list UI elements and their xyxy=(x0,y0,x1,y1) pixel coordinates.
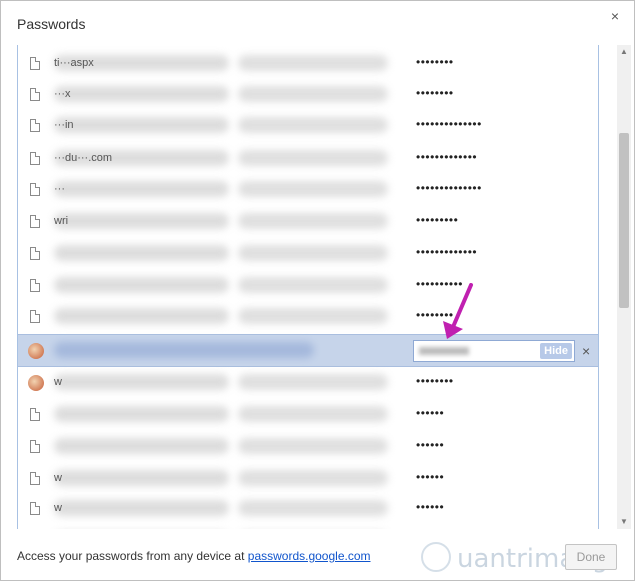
password-row[interactable]: ···du···.com ••••••••••••• xyxy=(18,143,598,174)
site-url: ···in xyxy=(54,119,74,131)
password-row[interactable]: ··· •••••••••••••• xyxy=(18,174,598,205)
dialog-title: Passwords xyxy=(17,16,86,32)
masked-password: ••••••••• xyxy=(416,213,459,227)
blurred-username xyxy=(238,86,388,102)
file-icon xyxy=(30,247,40,260)
blurred-username xyxy=(238,438,388,454)
masked-password: •••••••• xyxy=(416,55,454,69)
revealed-password xyxy=(419,347,469,355)
masked-password: ••••••••••••• xyxy=(416,245,478,259)
password-row[interactable]: •••••• xyxy=(18,431,598,462)
passwords-link[interactable]: passwords.google.com xyxy=(248,549,371,563)
masked-password: •••••••••• xyxy=(416,277,464,291)
blurred-username xyxy=(238,406,388,422)
password-row[interactable]: ••••••••••••• xyxy=(18,238,598,269)
file-icon xyxy=(30,440,40,453)
password-row[interactable]: wri ••••••••• xyxy=(18,206,598,237)
scroll-up-icon[interactable]: ▲ xyxy=(617,45,631,59)
site-url: wri xyxy=(54,215,69,227)
scroll-thumb[interactable] xyxy=(619,133,629,308)
site-url: w xyxy=(54,502,62,514)
blurred-username xyxy=(238,470,388,486)
site-url: w xyxy=(54,472,62,484)
masked-password: •••••••••••••• xyxy=(416,117,482,131)
masked-password: •••••••• xyxy=(416,374,454,388)
site-url xyxy=(54,408,224,422)
password-row[interactable]: ti···aspx •••••••• xyxy=(18,48,598,79)
site-url xyxy=(54,440,224,454)
masked-password: •••••• xyxy=(416,470,445,484)
blurred-username xyxy=(238,181,388,197)
site-url xyxy=(54,279,224,293)
masked-password: •••••••• xyxy=(416,308,454,322)
site-url xyxy=(54,344,224,358)
file-icon xyxy=(30,183,40,196)
scrollbar[interactable]: ▲ ▼ xyxy=(617,45,631,529)
masked-password: •••••• xyxy=(416,406,445,420)
scroll-down-icon[interactable]: ▼ xyxy=(617,515,631,529)
done-button[interactable]: Done xyxy=(565,544,617,570)
footer-message: Access your passwords from any device at xyxy=(17,549,248,563)
password-row[interactable]: ···x •••••••• xyxy=(18,79,598,110)
file-icon xyxy=(30,408,40,421)
site-url: w xyxy=(54,376,62,388)
file-icon xyxy=(30,310,40,323)
masked-password: •••••• xyxy=(416,438,445,452)
masked-password: •••••••• xyxy=(416,86,454,100)
file-icon xyxy=(30,152,40,165)
password-row[interactable]: ···in •••••••••••••• xyxy=(18,110,598,141)
file-icon xyxy=(30,279,40,292)
blurred-username xyxy=(238,55,388,71)
password-row[interactable]: w •••••• xyxy=(18,493,598,524)
password-list: ti···aspx •••••••• ···x •••••••• ···in ••••••… xyxy=(17,45,599,529)
site-url xyxy=(54,247,224,261)
blurred-username xyxy=(238,150,388,166)
site-url: ···x xyxy=(54,88,71,100)
selected-password-row[interactable]: Hide × xyxy=(18,334,598,367)
site-url: ···du···.com xyxy=(54,152,113,164)
blurred-username xyxy=(238,245,388,261)
site-favicon-icon xyxy=(28,375,44,391)
file-icon xyxy=(30,57,40,70)
blurred-username xyxy=(238,117,388,133)
site-url: ··· xyxy=(54,183,65,195)
file-icon xyxy=(30,215,40,228)
blurred-username xyxy=(238,500,388,516)
masked-password: •••••••••••••• xyxy=(416,181,482,195)
blurred-username xyxy=(238,308,388,324)
password-row[interactable]: •••••••••• xyxy=(18,270,598,301)
masked-password: ••••••••••••• xyxy=(416,150,478,164)
file-icon xyxy=(30,502,40,515)
blurred-username xyxy=(238,277,388,293)
password-row[interactable]: •••••• xyxy=(18,399,598,430)
remove-icon[interactable]: × xyxy=(582,343,590,359)
password-row[interactable]: •••••••• xyxy=(18,301,598,332)
password-row[interactable]: w •••••••• xyxy=(18,367,598,398)
password-field[interactable]: Hide xyxy=(413,340,575,362)
hide-button[interactable]: Hide xyxy=(540,343,572,359)
file-icon xyxy=(30,88,40,101)
file-icon xyxy=(30,472,40,485)
site-url xyxy=(54,310,224,324)
password-row[interactable]: w •••••• xyxy=(18,463,598,494)
close-icon[interactable]: × xyxy=(608,9,622,23)
masked-password: •••••• xyxy=(416,500,445,514)
blurred-username xyxy=(238,213,388,229)
passwords-dialog: Passwords × ti···aspx •••••••• ···x •••••••… xyxy=(0,0,635,581)
site-url: ti···aspx xyxy=(54,57,94,69)
password-row[interactable]: •••••• xyxy=(18,525,598,529)
blurred-username xyxy=(238,374,388,390)
file-icon xyxy=(30,119,40,132)
watermark-logo-icon xyxy=(421,542,451,572)
footer-text: Access your passwords from any device at… xyxy=(17,549,371,563)
site-favicon-icon xyxy=(28,343,44,359)
